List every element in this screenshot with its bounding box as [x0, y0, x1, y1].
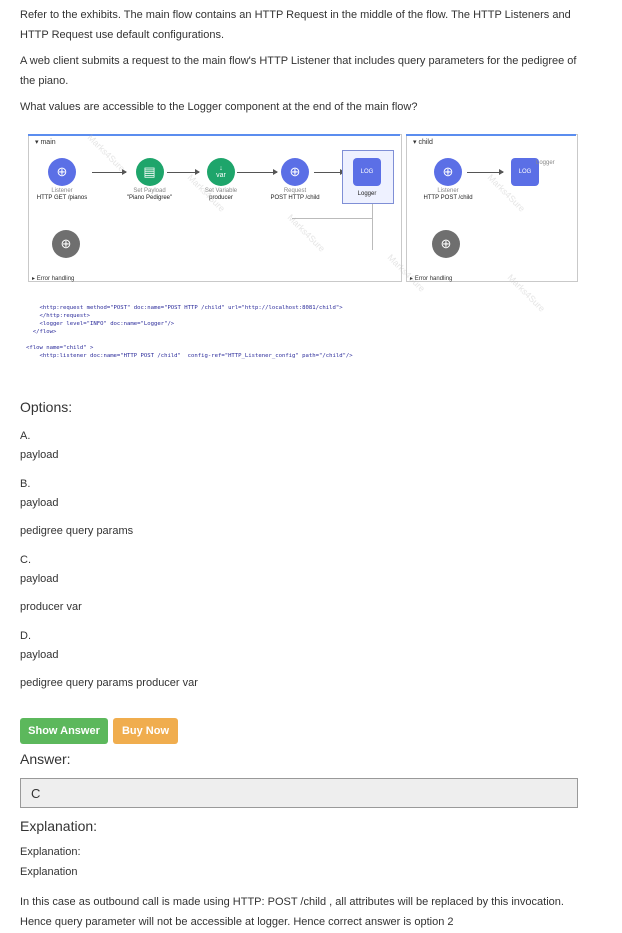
buy-now-button[interactable]: Buy Now	[113, 718, 178, 744]
explanation-label: Explanation:	[20, 846, 81, 858]
globe-icon: ⊕	[52, 230, 80, 258]
option-d-letter: D.	[20, 630, 31, 642]
set-variable-icon: ↓ var	[207, 158, 235, 186]
node-label: Logger	[536, 160, 555, 166]
globe-icon: ⊕	[281, 158, 309, 186]
answer-box: C	[20, 778, 578, 808]
option-d-text[interactable]: payload	[20, 649, 59, 661]
question-paragraph-1: Refer to the exhibits. The main flow con…	[20, 9, 571, 41]
code-line: <flow name="child" >	[26, 345, 94, 351]
flow-arrow	[467, 169, 504, 175]
child-flow-box: ▾ child	[406, 134, 578, 282]
option-c-text[interactable]: producer var	[20, 601, 82, 613]
code-line: </http:request>	[26, 313, 90, 319]
node-label: HTTP POST /child	[423, 195, 473, 201]
logger-icon: LOG	[353, 158, 381, 186]
node-label: POST HTTP /child	[270, 195, 320, 201]
option-b-text[interactable]: payload	[20, 497, 59, 509]
http-request-node[interactable]: ⊕ Request POST HTTP /child	[260, 158, 330, 202]
child-listener-node[interactable]: ⊕ Listener HTTP POST /child	[418, 158, 478, 202]
listener-node[interactable]: ⊕ Listener HTTP GET /pianos	[32, 158, 92, 202]
node-type-label: Request	[283, 188, 307, 194]
explanation-text: In this case as outbound call is made us…	[20, 896, 564, 928]
answer-value: C	[31, 786, 41, 801]
set-payload-node[interactable]: ▤ Set Payload "Piano Pedigree"	[117, 158, 182, 202]
option-d-text[interactable]: pedigree query params producer var	[20, 677, 198, 689]
node-label: "Piano Pedigree"	[126, 195, 173, 201]
child-logger-node[interactable]: LOG Logger	[500, 158, 555, 186]
child-error-handler-node[interactable]: ⊕	[432, 230, 460, 258]
xml-code-block: <http:request method="POST" doc:name="PO…	[26, 296, 353, 360]
child-flow-title: ▾ child	[413, 139, 433, 146]
question-paragraph-3: What values are accessible to the Logger…	[20, 101, 418, 113]
node-label: producer	[209, 195, 233, 201]
option-a-letter: A.	[20, 430, 31, 442]
show-answer-button[interactable]: Show Answer	[20, 718, 108, 744]
code-line: <logger level="INFO" doc:name="Logger"/>	[26, 321, 175, 327]
node-label: Logger	[357, 191, 377, 197]
answer-title: Answer:	[20, 751, 71, 767]
error-handling-label[interactable]: ▸ Error handling	[32, 275, 74, 282]
exhibit-image: ▾ main ▾ child ⊕ Listener HTTP GET /pian…	[22, 128, 578, 368]
globe-icon: ⊕	[432, 230, 460, 258]
globe-icon: ⊕	[434, 158, 462, 186]
set-variable-node[interactable]: ↓ var Set Variable producer	[190, 158, 252, 202]
main-flow-top-bar	[28, 134, 400, 136]
explanation-title: Explanation:	[20, 818, 98, 834]
connector-line	[372, 200, 373, 250]
node-type-label: Set Payload	[133, 188, 166, 194]
code-line: <http:request method="POST" doc:name="PO…	[26, 305, 343, 311]
node-type-label: Set Variable	[204, 188, 238, 194]
option-b-letter: B.	[20, 478, 31, 490]
error-handler-node[interactable]: ⊕	[52, 230, 80, 258]
option-b-text[interactable]: pedigree query params	[20, 525, 133, 537]
code-line: <http:listener doc:name="HTTP POST /chil…	[26, 353, 353, 359]
flow-arrow	[314, 169, 345, 175]
child-flow-top-bar	[406, 134, 576, 136]
explanation-subtitle: Explanation	[20, 866, 78, 878]
question-paragraph-2: A web client submits a request to the ma…	[20, 55, 577, 87]
options-title: Options:	[20, 399, 73, 415]
connector-line	[292, 218, 372, 219]
option-c-letter: C.	[20, 554, 31, 566]
set-payload-icon: ▤	[135, 158, 164, 186]
logger-node[interactable]: LOG Logger	[342, 158, 392, 198]
logger-icon: LOG	[511, 158, 539, 186]
main-flow-title: ▾ main	[35, 139, 56, 146]
child-error-handling-label[interactable]: ▸ Error handling	[410, 275, 452, 282]
globe-icon: ⊕	[48, 158, 76, 186]
option-a-text[interactable]: payload	[20, 449, 59, 461]
node-label: HTTP GET /pianos	[36, 195, 88, 201]
option-c-text[interactable]: payload	[20, 573, 59, 585]
node-type-label: Listener	[437, 188, 459, 194]
code-line: </flow>	[26, 329, 57, 335]
node-type-label: Listener	[51, 188, 73, 194]
